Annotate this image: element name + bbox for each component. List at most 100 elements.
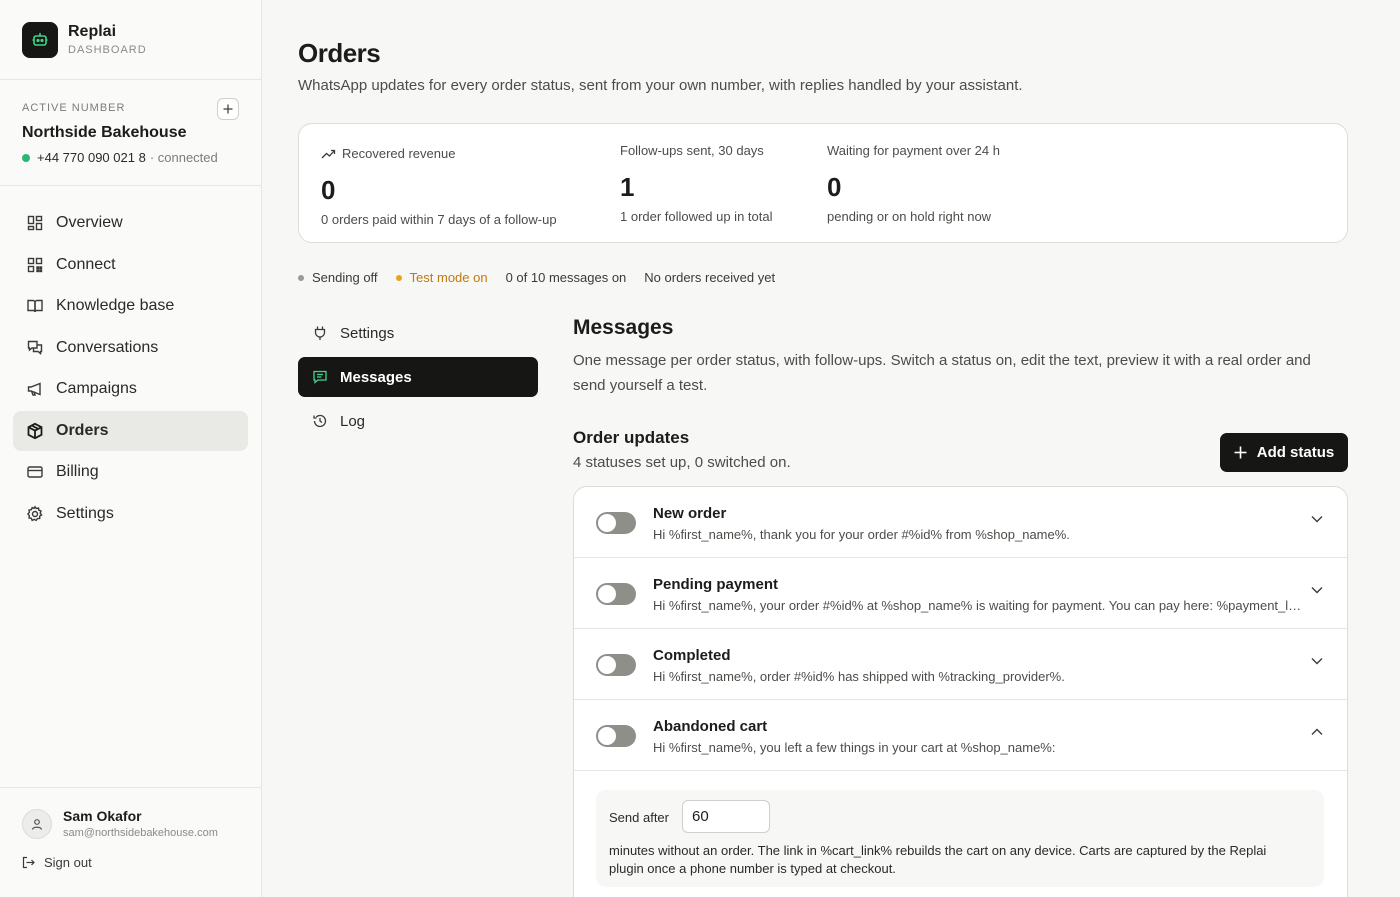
nav-label: Overview bbox=[56, 214, 123, 231]
grid-icon bbox=[27, 215, 43, 231]
status-toggle[interactable] bbox=[596, 725, 636, 747]
status-message-preview: Hi %first_name%, you left a few things i… bbox=[653, 740, 1056, 755]
messages-description: One message per order status, with follo… bbox=[573, 352, 1311, 394]
subnav-messages[interactable]: Messages bbox=[298, 357, 538, 397]
status-row-abandoned-cart[interactable]: Abandoned cart Hi %first_name%, you left… bbox=[574, 700, 1347, 771]
phone-line: +44 770 090 021 8 · connected bbox=[22, 150, 239, 165]
gear-icon bbox=[26, 505, 43, 521]
stat-value: 1 bbox=[620, 172, 635, 202]
stat-follow-ups-sent: Follow-ups sent, 30 days 1 1 order follo… bbox=[620, 143, 772, 224]
subnav-label: Messages bbox=[340, 368, 412, 386]
main-nav: Overview Connect Knowledge base Conversa… bbox=[0, 186, 261, 552]
stat-note: 0 orders paid within 7 days of a follow-… bbox=[321, 212, 557, 227]
subnav-settings[interactable]: Settings bbox=[298, 313, 538, 353]
robot-logo-icon bbox=[22, 21, 58, 58]
brand-name: Replai bbox=[68, 23, 117, 40]
connection-status: · connected bbox=[149, 150, 218, 165]
messages-section: Messages One message per order status, w… bbox=[573, 316, 1348, 897]
status-title: Pending payment bbox=[653, 576, 779, 593]
nav-label: Connect bbox=[56, 255, 116, 273]
chevron-up-icon[interactable] bbox=[1311, 728, 1323, 736]
orders-received-status: No orders received yet bbox=[644, 270, 776, 285]
active-number-label: ACTIVE NUMBER bbox=[22, 102, 126, 114]
status-title: Abandoned cart bbox=[653, 718, 768, 735]
main-content: Orders WhatsApp updates for every order … bbox=[263, 0, 1400, 897]
test-mode-status: Test mode on bbox=[395, 270, 488, 285]
chevron-down-icon[interactable] bbox=[1311, 515, 1323, 523]
subnav-label: Settings bbox=[340, 324, 395, 342]
test-mode-label: Test mode on bbox=[409, 270, 488, 285]
chat-icon bbox=[27, 340, 43, 355]
stat-value: 0 bbox=[827, 172, 842, 202]
user-icon bbox=[31, 818, 43, 830]
send-after-label: Send after bbox=[609, 810, 669, 825]
add-status-label: Add status bbox=[1256, 444, 1335, 461]
sidebar: Replai DASHBOARD ACTIVE NUMBER Northside… bbox=[0, 0, 262, 897]
user-profile[interactable]: Sam Okafor sam@northsidebakehouse.com bbox=[22, 808, 239, 839]
sign-out-label: Sign out bbox=[44, 855, 92, 870]
stat-value: 0 bbox=[321, 175, 336, 205]
status-bar: Sending off Test mode on 0 of 10 message… bbox=[298, 270, 793, 285]
status-row-pending-payment[interactable]: Pending payment Hi %first_name%, your or… bbox=[574, 558, 1347, 629]
stat-note: pending or on hold right now bbox=[827, 209, 992, 224]
brand[interactable]: Replai DASHBOARD bbox=[0, 0, 261, 80]
add-status-button[interactable]: Add status bbox=[1220, 433, 1348, 472]
subnav-label: Log bbox=[340, 412, 366, 430]
messages-title: Messages bbox=[573, 316, 674, 339]
add-number-button[interactable] bbox=[217, 98, 239, 120]
brand-subtitle: DASHBOARD bbox=[68, 44, 147, 56]
sign-out-button[interactable]: Sign out bbox=[22, 855, 239, 870]
status-message-preview: Hi %first_name%, thank you for your orde… bbox=[653, 527, 1070, 542]
page-title: Orders bbox=[298, 38, 381, 68]
stat-waiting-for-payment: Waiting for payment over 24 h 0 pending … bbox=[827, 143, 1000, 224]
plus-icon bbox=[223, 104, 233, 114]
nav-item-billing[interactable]: Billing bbox=[13, 452, 248, 492]
qr-icon bbox=[27, 257, 43, 272]
sign-out-icon bbox=[22, 856, 35, 869]
status-message-preview: Hi %first_name%, your order #%id% at %sh… bbox=[653, 598, 1303, 613]
nav-item-conversations[interactable]: Conversations bbox=[13, 328, 248, 368]
stat-note: 1 order followed up in total bbox=[620, 209, 773, 224]
chevron-down-icon[interactable] bbox=[1311, 586, 1323, 594]
phone-number: +44 770 090 021 8 bbox=[37, 150, 146, 165]
nav-item-overview[interactable]: Overview bbox=[13, 203, 248, 243]
chevron-down-icon[interactable] bbox=[1311, 657, 1323, 665]
test-mode-dot-icon bbox=[395, 274, 402, 281]
sending-status-label: Sending off bbox=[312, 270, 378, 285]
status-row-new-order[interactable]: New order Hi %first_name%, thank you for… bbox=[574, 487, 1347, 558]
subnav-log[interactable]: Log bbox=[298, 401, 538, 441]
status-message-preview: Hi %first_name%, order #%id% has shipped… bbox=[653, 669, 1065, 684]
status-toggle[interactable] bbox=[596, 583, 636, 605]
book-icon bbox=[27, 299, 43, 313]
nav-label: Orders bbox=[56, 421, 109, 439]
stat-label: Recovered revenue bbox=[342, 146, 456, 161]
order-updates-title: Order updates bbox=[573, 428, 690, 447]
status-row-completed[interactable]: Completed Hi %first_name%, order #%id% h… bbox=[574, 629, 1347, 700]
messages-on-count: 0 of 10 messages on bbox=[505, 270, 627, 285]
status-toggle[interactable] bbox=[596, 512, 636, 534]
plus-icon bbox=[1234, 446, 1247, 459]
nav-item-knowledge-base[interactable]: Knowledge base bbox=[13, 286, 248, 326]
send-after-input[interactable]: 60 bbox=[682, 800, 770, 833]
nav-item-orders[interactable]: Orders bbox=[13, 410, 248, 451]
business-name: Northside Bakehouse bbox=[22, 124, 187, 141]
nav-label: Conversations bbox=[56, 338, 159, 356]
order-updates-summary: 4 statuses set up, 0 switched on. bbox=[573, 454, 791, 471]
trend-up-icon bbox=[321, 149, 336, 158]
nav-label: Campaigns bbox=[56, 380, 137, 397]
sending-status: Sending off bbox=[298, 270, 378, 285]
nav-item-campaigns[interactable]: Campaigns bbox=[13, 369, 248, 409]
status-title: Completed bbox=[653, 647, 731, 664]
stat-label: Follow-ups sent, 30 days bbox=[620, 143, 764, 158]
nav-item-connect[interactable]: Connect bbox=[13, 245, 248, 285]
status-list: New order Hi %first_name%, thank you for… bbox=[573, 486, 1348, 897]
stat-label: Waiting for payment over 24 h bbox=[827, 143, 1000, 158]
status-toggle[interactable] bbox=[596, 654, 636, 676]
active-number-panel: ACTIVE NUMBER Northside Bakehouse +44 77… bbox=[0, 80, 261, 186]
avatar bbox=[22, 808, 52, 839]
user-email: sam@northsidebakehouse.com bbox=[63, 827, 218, 839]
stat-recovered-revenue: Recovered revenue 0 0 orders paid within… bbox=[321, 146, 557, 227]
nav-item-settings[interactable]: Settings bbox=[13, 494, 248, 534]
user-panel: Sam Okafor sam@northsidebakehouse.com Si… bbox=[0, 787, 261, 897]
sending-dot-icon bbox=[298, 274, 304, 281]
